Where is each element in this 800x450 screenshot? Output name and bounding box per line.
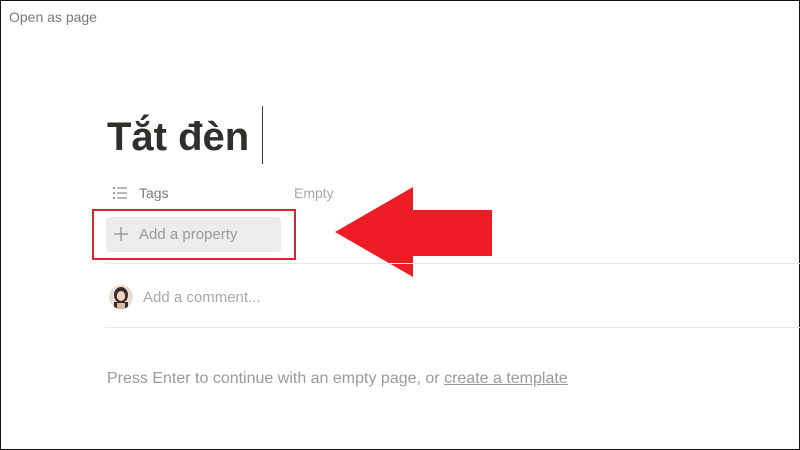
divider [105, 263, 800, 264]
hint-text: Press Enter to continue with an empty pa… [107, 370, 445, 387]
page-title[interactable]: Tắt đèn [107, 111, 249, 163]
red-arrow-annotation [335, 187, 492, 277]
divider [105, 327, 800, 328]
text-caret [262, 106, 263, 164]
comment-input[interactable]: Add a comment... [143, 289, 261, 306]
empty-page-hint: Press Enter to continue with an empty pa… [107, 370, 568, 388]
avatar [109, 285, 133, 309]
open-as-page-button[interactable]: Open as page [9, 9, 97, 25]
list-icon [113, 187, 127, 199]
create-template-link[interactable]: create a template [444, 370, 568, 387]
property-value[interactable]: Empty [294, 185, 334, 201]
page-frame: Open as page Tắt đèn Tags Empty Add a pr… [0, 0, 800, 450]
property-name: Tags [139, 185, 169, 201]
highlight-box [92, 209, 296, 260]
